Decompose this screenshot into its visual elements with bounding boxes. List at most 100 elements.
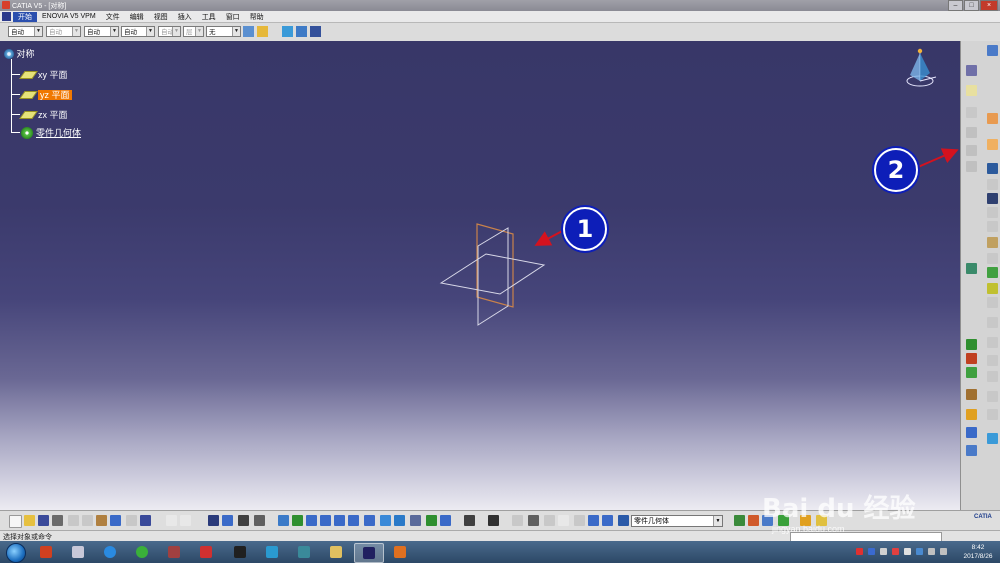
menu-view[interactable]: 视图 — [149, 12, 173, 22]
paintbrush-icon[interactable] — [243, 26, 254, 37]
knowledge-icon[interactable] — [180, 515, 191, 526]
menu-start[interactable]: 开始 — [13, 11, 37, 22]
fillet-icon[interactable] — [987, 283, 998, 294]
catalog-icon[interactable] — [222, 515, 233, 526]
fly-mode-icon[interactable] — [278, 515, 289, 526]
material-icon[interactable] — [734, 515, 745, 526]
formula-fx-icon[interactable] — [166, 515, 177, 526]
cut-icon[interactable] — [68, 515, 79, 526]
swap-icon[interactable] — [254, 515, 265, 526]
grid-icon[interactable] — [966, 145, 977, 156]
tray-icon[interactable] — [880, 548, 887, 555]
photo-icon[interactable] — [748, 515, 759, 526]
taskbar-app-2[interactable] — [64, 543, 92, 561]
tree-item-xy-plane[interactable]: xy 平面 — [12, 68, 68, 81]
tray-icon[interactable] — [928, 548, 935, 555]
hole-icon[interactable] — [987, 221, 998, 232]
new-icon[interactable] — [9, 515, 22, 528]
body-icon[interactable] — [588, 515, 599, 526]
sheet-icon[interactable] — [488, 515, 499, 526]
select-arrow-icon[interactable] — [987, 113, 998, 124]
thread-icon[interactable] — [987, 371, 998, 382]
taskbar-app-9[interactable] — [290, 543, 318, 561]
whats-this-icon[interactable] — [140, 515, 151, 526]
swap-space-icon[interactable] — [440, 515, 451, 526]
chevron-down-icon[interactable]: ▼ — [34, 27, 42, 36]
chevron-down-icon[interactable]: ▼ — [713, 516, 722, 526]
menu-window[interactable]: 窗口 — [221, 12, 245, 22]
tray-icon[interactable] — [940, 548, 947, 555]
zoom-in-icon[interactable] — [334, 515, 345, 526]
point-icon[interactable] — [966, 107, 977, 118]
print-icon[interactable] — [52, 515, 63, 526]
point-symbol-combo[interactable]: 自动 ▼ — [158, 26, 181, 37]
taskbar-ie[interactable] — [96, 543, 124, 561]
apply-material-icon[interactable] — [966, 427, 977, 438]
analysis-icon[interactable] — [966, 263, 977, 274]
draft-icon[interactable] — [987, 317, 998, 328]
line-icon[interactable] — [966, 65, 977, 76]
shaft-icon[interactable] — [987, 193, 998, 204]
shading-icon[interactable] — [410, 515, 421, 526]
taskbar-app-5[interactable] — [160, 543, 188, 561]
annotation-icon[interactable] — [966, 445, 977, 456]
boolean-add-icon[interactable] — [966, 339, 977, 350]
geo-set-icon[interactable] — [602, 515, 613, 526]
hide-icon[interactable] — [426, 515, 437, 526]
help-pointer-icon[interactable] — [310, 26, 321, 37]
update-icon[interactable] — [512, 515, 523, 526]
chevron-down-icon[interactable]: ▼ — [195, 27, 203, 36]
menu-help[interactable]: 帮助 — [245, 12, 269, 22]
slot-icon[interactable] — [987, 253, 998, 264]
measure-item-icon[interactable] — [558, 515, 569, 526]
pan-icon[interactable] — [306, 515, 317, 526]
circle-icon[interactable] — [966, 127, 977, 138]
taskbar-app-4[interactable] — [128, 543, 156, 561]
paste-icon[interactable] — [96, 515, 107, 526]
line-type-combo[interactable]: 自动 ▼ — [121, 26, 155, 37]
start-button[interactable] — [6, 543, 26, 563]
constraint-icon[interactable] — [966, 389, 977, 400]
document-icon[interactable] — [2, 12, 11, 21]
save-icon[interactable] — [38, 515, 49, 526]
tree-item-part-body[interactable]: 零件几何体 — [12, 126, 81, 139]
loft-icon[interactable] — [987, 267, 998, 278]
current-body-select[interactable]: 零件几何体 ▼ — [631, 515, 723, 527]
line-thickness-combo[interactable]: 自动 ▼ — [84, 26, 119, 37]
capture-icon[interactable] — [464, 515, 475, 526]
taskbar-catia[interactable] — [354, 543, 384, 563]
boolean-remove-icon[interactable] — [966, 353, 977, 364]
tree-item-yz-plane[interactable]: yz 平面 — [12, 88, 72, 101]
tools-icon[interactable] — [574, 515, 585, 526]
taskbar-clock[interactable]: 8:42 2017/8/26 — [958, 543, 998, 561]
properties-icon[interactable] — [296, 26, 307, 37]
axis-system-icon[interactable] — [528, 515, 539, 526]
boolean-intersect-icon[interactable] — [966, 367, 977, 378]
zoom-out-icon[interactable] — [348, 515, 359, 526]
tray-icon[interactable] — [892, 548, 899, 555]
menu-enovia[interactable]: ENOVIA V5 VPM — [37, 13, 101, 20]
plane-icon[interactable] — [966, 85, 977, 96]
close-button[interactable]: × — [980, 0, 998, 11]
measure-between-icon[interactable] — [544, 515, 555, 526]
chamfer-icon[interactable] — [987, 297, 998, 308]
pocket-icon[interactable] — [987, 179, 998, 190]
pattern-icon[interactable] — [987, 409, 998, 420]
chevron-down-icon[interactable]: ▼ — [72, 27, 80, 36]
transparency-combo[interactable]: 自动 ▼ — [46, 26, 81, 37]
minimize-button[interactable]: – — [948, 0, 963, 11]
taskbar-explorer[interactable] — [322, 543, 350, 561]
chevron-down-icon[interactable]: ▼ — [146, 27, 154, 36]
thickness-icon[interactable] — [987, 355, 998, 366]
taskbar-app-6[interactable] — [192, 543, 220, 561]
chevron-down-icon[interactable]: ▼ — [172, 27, 180, 36]
render-style-combo[interactable]: 无 ▼ — [206, 26, 241, 37]
pad-icon[interactable] — [987, 163, 998, 174]
body-dropdown-icon[interactable] — [618, 515, 629, 526]
normal-view-icon[interactable] — [364, 515, 375, 526]
layer-combo[interactable]: 层 ▼ — [183, 26, 204, 37]
sketch-icon[interactable] — [987, 139, 998, 150]
copy-icon[interactable] — [82, 515, 93, 526]
undo-icon[interactable] — [110, 515, 121, 526]
iso-view-icon[interactable] — [394, 515, 405, 526]
